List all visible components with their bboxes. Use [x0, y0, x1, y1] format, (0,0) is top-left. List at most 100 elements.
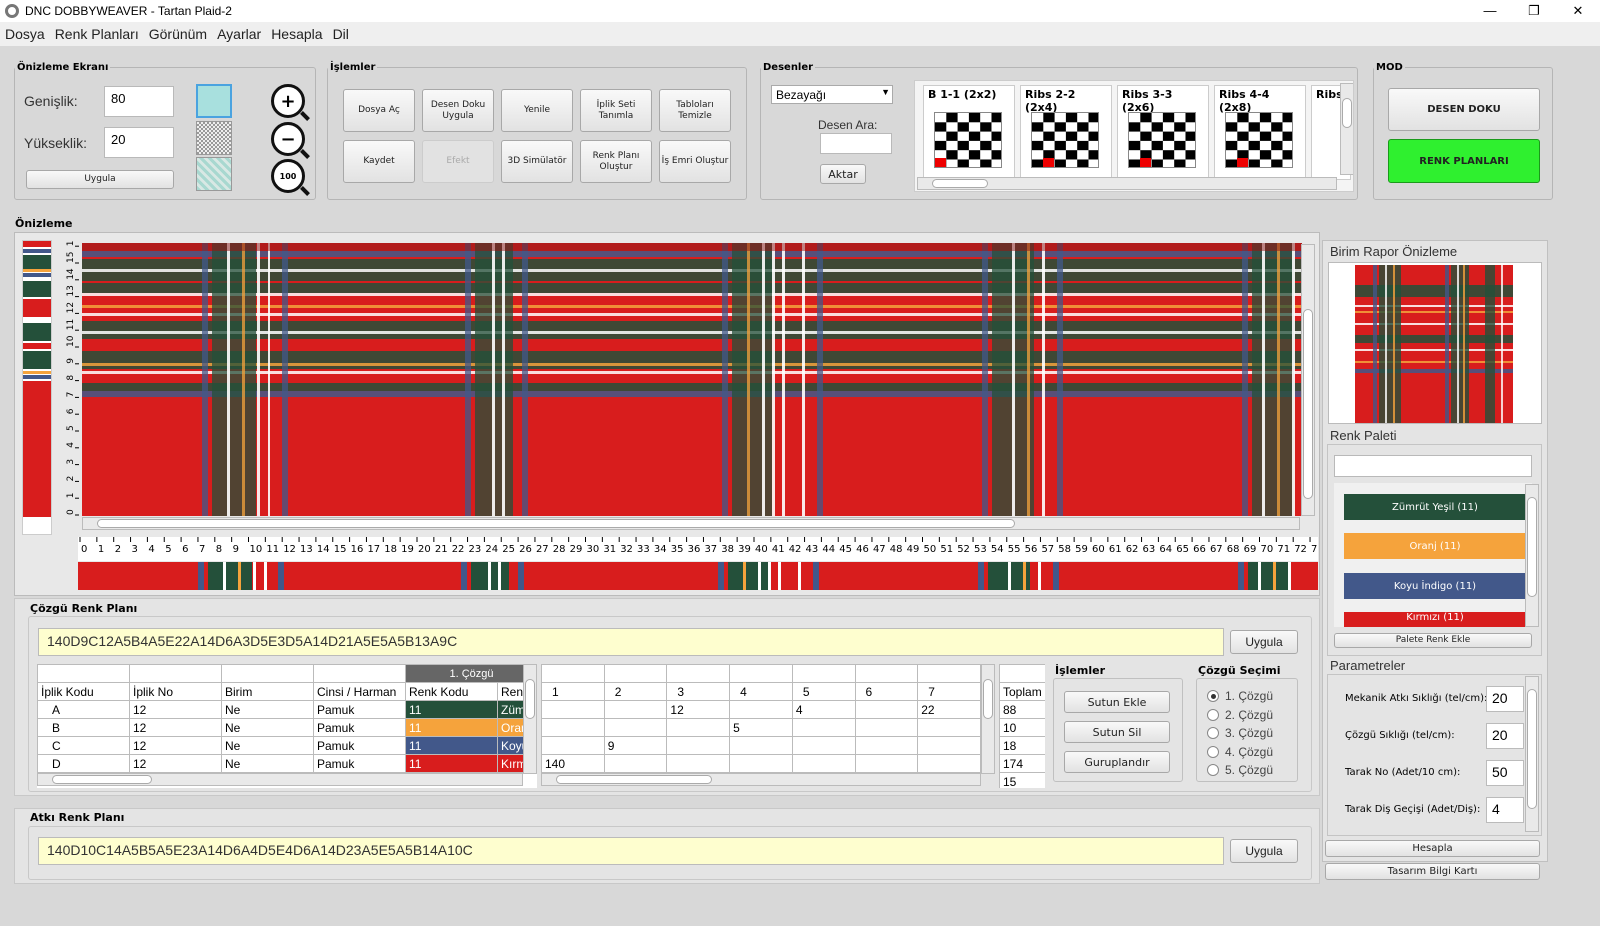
- add-column-button[interactable]: Sutun Ekle: [1064, 691, 1170, 713]
- 3d-simulator-button[interactable]: 3D Simülatör: [501, 140, 573, 183]
- pattern-card-b11[interactable]: B 1-1 (2x2): [923, 85, 1015, 180]
- grid-cell[interactable]: [666, 754, 731, 773]
- grid-cell[interactable]: [917, 754, 981, 773]
- color-code-cell[interactable]: 11: [405, 754, 498, 773]
- yarn-no-cell[interactable]: 12: [129, 700, 222, 719]
- clear-tables-button[interactable]: Tabloları Temizle: [659, 89, 731, 132]
- delete-column-button[interactable]: Sutun Sil: [1064, 721, 1170, 743]
- menu-renk-planlari[interactable]: Renk Planları: [50, 26, 144, 42]
- warp-4-radio[interactable]: 4. Çözgü: [1207, 743, 1297, 762]
- grid-cell[interactable]: [603, 700, 668, 719]
- scroll-thumb[interactable]: [983, 679, 993, 719]
- yarn-kind-cell[interactable]: Pamuk: [313, 718, 406, 737]
- pattern-card-ribs33[interactable]: Ribs 3-3 (2x6): [1117, 85, 1209, 180]
- add-to-palette-button[interactable]: Palete Renk Ekle: [1334, 633, 1532, 648]
- weft-plan-code-input[interactable]: 140D10C14A5B5A5E23A14D6A4D5E4D6A14D23A5E…: [38, 837, 1224, 865]
- warp-plan-apply-button[interactable]: Uygula: [1230, 630, 1298, 654]
- grid-cell[interactable]: [791, 736, 856, 755]
- palette-item-red[interactable]: Kırmızı (11): [1344, 612, 1526, 627]
- menu-gorunum[interactable]: Görünüm: [144, 26, 212, 42]
- scroll-thumb[interactable]: [1303, 309, 1313, 499]
- warp-1-radio[interactable]: 1. Çözgü: [1207, 687, 1297, 706]
- palette-item-indigo[interactable]: Koyu İndigo (11): [1344, 573, 1526, 599]
- palette-item-orange[interactable]: Oranj (11): [1344, 533, 1526, 559]
- yarn-kind-cell[interactable]: Pamuk: [313, 700, 406, 719]
- view-mode-plain-icon[interactable]: [196, 84, 232, 118]
- grid-cell[interactable]: [729, 700, 793, 719]
- group-button[interactable]: Guruplandır: [1064, 751, 1170, 773]
- grid-cell[interactable]: 12: [666, 700, 731, 719]
- pattern-gallery-hscroll[interactable]: [917, 177, 1337, 190]
- create-color-plan-button[interactable]: Renk Planı Oluştur: [580, 140, 652, 183]
- minimize-button[interactable]: —: [1468, 0, 1512, 22]
- grid-cell[interactable]: [603, 754, 668, 773]
- color-code-cell[interactable]: 11: [405, 700, 498, 719]
- color-plans-mode-button[interactable]: RENK PLANLARI: [1388, 139, 1540, 183]
- refresh-button[interactable]: Yenile: [501, 89, 573, 132]
- grid-cell[interactable]: [541, 736, 605, 755]
- yarn-table-row[interactable]: D 12 Ne Pamuk 11 Kırm: [37, 754, 537, 773]
- menu-dil[interactable]: Dil: [328, 26, 354, 42]
- zoom-out-icon[interactable]: −: [271, 122, 305, 156]
- design-card-button[interactable]: Tasarım Bilgi Kartı: [1325, 863, 1540, 880]
- palette-item-emerald[interactable]: Zümrüt Yeşil (11): [1344, 494, 1526, 520]
- scroll-thumb[interactable]: [97, 519, 1015, 528]
- yarn-kind-cell[interactable]: Pamuk: [313, 736, 406, 755]
- preview-vscroll[interactable]: [1301, 244, 1315, 516]
- weft-plan-apply-button[interactable]: Uygula: [1230, 839, 1298, 863]
- mechanical-weft-density-input[interactable]: 20: [1486, 686, 1524, 712]
- open-file-button[interactable]: Dosya Aç: [343, 89, 415, 132]
- scroll-thumb[interactable]: [932, 179, 988, 188]
- effect-button[interactable]: Efekt: [422, 140, 494, 183]
- warp-3-radio[interactable]: 3. Çözgü: [1207, 724, 1297, 743]
- create-work-order-button[interactable]: İş Emri Oluştur: [659, 140, 731, 183]
- grid-cell[interactable]: [729, 736, 793, 755]
- warp-plan-code-input[interactable]: 140D9C12A5B4A5E22A14D6A3D5E3D5A14D21A5E5…: [38, 628, 1224, 656]
- pattern-search-input[interactable]: [820, 133, 892, 154]
- parameters-vscroll[interactable]: [1525, 676, 1539, 832]
- grid-cell[interactable]: [791, 754, 856, 773]
- pattern-card-ribs22[interactable]: Ribs 2-2 (2x4): [1020, 85, 1112, 180]
- grid-cell[interactable]: 22: [917, 700, 981, 719]
- apply-pattern-button[interactable]: Desen Doku Uygula: [422, 89, 494, 132]
- zoom-in-icon[interactable]: +: [271, 84, 305, 118]
- define-yarn-set-button[interactable]: İplik Seti Tanımla: [580, 89, 652, 132]
- yarn-unit-cell[interactable]: Ne: [221, 754, 314, 773]
- yarn-table-row[interactable]: C 12 Ne Pamuk 11 Koyu: [37, 736, 537, 755]
- grid-cell[interactable]: 140: [541, 754, 605, 773]
- palette-search-input[interactable]: [1334, 455, 1532, 477]
- yarn-kind-cell[interactable]: Pamuk: [313, 754, 406, 773]
- grid-cell[interactable]: [917, 718, 981, 737]
- view-mode-weave-icon[interactable]: [196, 121, 232, 155]
- grid-cell[interactable]: [666, 736, 731, 755]
- maximize-button[interactable]: ❐: [1512, 0, 1556, 22]
- menu-ayarlar[interactable]: Ayarlar: [212, 26, 266, 42]
- transfer-button[interactable]: Aktar: [820, 164, 866, 184]
- menu-hesapla[interactable]: Hesapla: [266, 26, 327, 42]
- grid-cell[interactable]: [791, 718, 856, 737]
- scroll-thumb[interactable]: [556, 775, 712, 784]
- warp-density-input[interactable]: 20: [1486, 723, 1524, 749]
- fabric-preview[interactable]: [82, 243, 1302, 516]
- yarn-code-cell[interactable]: D: [37, 754, 130, 773]
- scroll-thumb[interactable]: [1527, 497, 1537, 597]
- yarn-table-row[interactable]: A 12 Ne Pamuk 11 Züm: [37, 700, 537, 719]
- warp-grid-hscroll[interactable]: [541, 773, 981, 786]
- grid-cell[interactable]: [917, 736, 981, 755]
- yarn-table-row[interactable]: B 12 Ne Pamuk 11 Oran: [37, 718, 537, 737]
- yarn-no-cell[interactable]: 12: [129, 754, 222, 773]
- preview-hscroll[interactable]: [82, 517, 1300, 530]
- warp-5-radio[interactable]: 5. Çözgü: [1207, 761, 1297, 780]
- grid-cell[interactable]: [541, 700, 605, 719]
- scroll-thumb[interactable]: [52, 775, 152, 784]
- save-button[interactable]: Kaydet: [343, 140, 415, 183]
- grid-cell[interactable]: 5: [729, 718, 793, 737]
- grid-cell[interactable]: [603, 718, 668, 737]
- pattern-card-ribs44[interactable]: Ribs 4-4 (2x8): [1214, 85, 1306, 180]
- warp-2-radio[interactable]: 2. Çözgü: [1207, 706, 1297, 725]
- preview-apply-button[interactable]: Uygula: [26, 170, 174, 189]
- menu-dosya[interactable]: Dosya: [0, 26, 50, 42]
- pattern-fabric-mode-button[interactable]: DESEN DOKU: [1388, 88, 1540, 131]
- grid-cell[interactable]: [854, 754, 919, 773]
- grid-cell[interactable]: [854, 718, 919, 737]
